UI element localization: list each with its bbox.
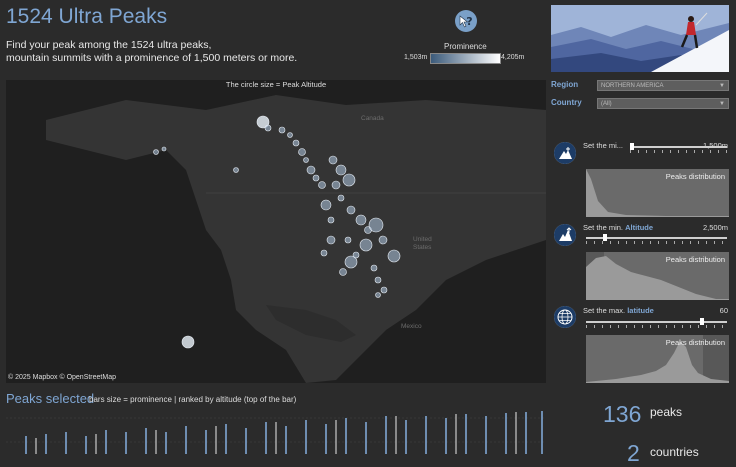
distribution-label-3: Peaks distribution xyxy=(665,338,725,347)
page-title: 1524 Ultra Peaks xyxy=(6,5,168,28)
svg-text:?: ? xyxy=(466,15,472,28)
slider-2-label-bold: Altitude xyxy=(625,223,654,232)
help-icon[interactable]: ? xyxy=(455,10,477,32)
peaks-count: 136 xyxy=(603,401,642,427)
slider-1-label: Set the mi... xyxy=(583,141,623,150)
subtitle-line-2: mountain summits with a prominence of 1,… xyxy=(6,52,298,64)
slider-2-ticks xyxy=(586,241,727,244)
peaks-selected-subtitle: bars size = prominence | ranked by altit… xyxy=(89,395,297,404)
mountain-photo xyxy=(551,5,729,72)
distribution-chart-3: Peaks distribution xyxy=(586,335,729,383)
peaks-map[interactable]: The circle size = Peak Altitude Canada U… xyxy=(6,80,546,383)
slider-3-value: 60 xyxy=(719,306,728,315)
slider-1-ticks xyxy=(630,150,727,153)
slider-1-handle[interactable] xyxy=(630,143,634,150)
peaks-selected-title: Peaks selected xyxy=(6,391,95,406)
map-label-mexico: Mexico xyxy=(401,323,422,330)
slider-3-label: Set the max. latitude xyxy=(583,306,654,315)
legend-min: 1,503m xyxy=(404,54,428,61)
region-label: Region xyxy=(551,80,579,89)
slider-2-track[interactable] xyxy=(586,237,727,239)
countries-count-label: countries xyxy=(650,445,699,459)
distribution-label-2: Peaks distribution xyxy=(665,255,725,264)
slider-3-track[interactable] xyxy=(586,321,727,323)
slider-1-track[interactable] xyxy=(630,146,727,148)
slider-3-label-bold: latitude xyxy=(627,306,654,315)
page-subtitle: Find your peak among the 1524 ultra peak… xyxy=(6,39,297,65)
map-attribution[interactable]: © 2025 Mapbox © OpenStreetMap xyxy=(8,374,116,381)
prominence-color-legend xyxy=(430,53,501,64)
peaks-bar-chart[interactable] xyxy=(6,410,546,454)
slider-3-handle[interactable] xyxy=(700,318,704,325)
region-dropdown[interactable]: NORTHERN AMERICA ▼ xyxy=(597,80,729,91)
altitude-icon xyxy=(554,224,576,246)
distribution-chart-1: Peaks distribution xyxy=(586,169,729,217)
slider-1-label-text: Set the mi... xyxy=(583,141,624,150)
slider-2-label: Set the min. Altitude xyxy=(583,223,653,232)
map-label-canada: Canada xyxy=(361,115,384,122)
distribution-chart-2: Peaks distribution xyxy=(586,252,729,300)
slider-3-ticks xyxy=(586,325,727,328)
map-label-states: States xyxy=(413,244,432,251)
region-value: NORTHERN AMERICA xyxy=(601,83,664,89)
peaks-count-label: peaks xyxy=(650,405,683,419)
country-label: Country xyxy=(551,98,582,107)
subtitle-line-1: Find your peak among the 1524 ultra peak… xyxy=(6,39,212,51)
latitude-globe-icon xyxy=(554,306,576,328)
map-note: The circle size = Peak Altitude xyxy=(225,80,327,89)
legend-title: Prominence xyxy=(444,42,487,51)
country-value: (All) xyxy=(601,101,612,107)
slider-3-label-text: Set the max. xyxy=(583,306,628,315)
slider-2-handle[interactable] xyxy=(603,234,607,241)
country-dropdown[interactable]: (All) ▼ xyxy=(597,98,729,109)
slider-2-label-text: Set the min. xyxy=(583,223,626,232)
chevron-down-icon: ▼ xyxy=(719,101,725,107)
distribution-label-1: Peaks distribution xyxy=(665,172,725,181)
legend-max: 4,205m xyxy=(501,54,525,61)
slider-2-value: 2,500m xyxy=(702,223,728,232)
prominence-icon xyxy=(554,142,576,164)
map-label-united: United xyxy=(413,236,432,243)
chevron-down-icon: ▼ xyxy=(719,83,725,89)
